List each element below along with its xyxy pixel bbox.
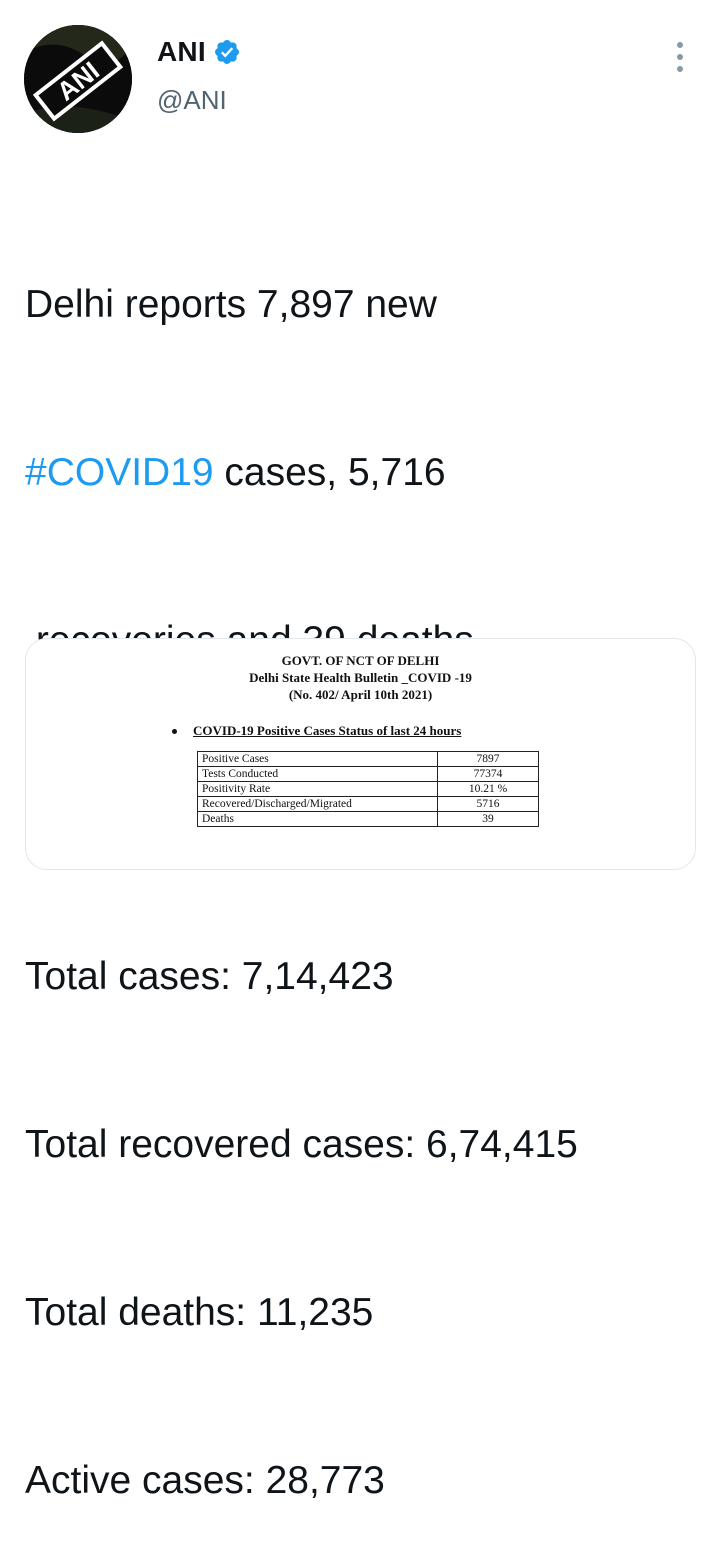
table-cell-label: Deaths: [197, 811, 438, 827]
table-row: Positive Cases 7897: [197, 751, 539, 767]
table-row: Positivity Rate 10.21 %: [197, 781, 539, 797]
tweet-line: Total cases: 7,14,423: [25, 955, 394, 998]
bulletin-number: (No. 402/ April 10th 2021): [288, 687, 433, 702]
table-cell-value: 7897: [437, 751, 539, 767]
ani-logo: ANI: [24, 25, 132, 133]
bulletin-table: Positive Cases 7897 Tests Conducted 7737…: [197, 751, 539, 827]
tweet-line: Total deaths: 11,235: [25, 1291, 374, 1334]
table-cell-value: 10.21 %: [437, 781, 539, 797]
table-cell-value: 5716: [437, 796, 539, 812]
tweet-line: Active cases: 28,773: [25, 1459, 385, 1502]
bulletin-subtitle: Delhi State Health Bulletin _COVID -19: [249, 670, 472, 685]
tweet-media-image[interactable]: GOVT. OF NCT OF DELHI Delhi State Health…: [25, 638, 696, 870]
table-cell-label: Recovered/Discharged/Migrated: [197, 796, 438, 812]
bulletin-title: GOVT. OF NCT OF DELHI: [281, 653, 440, 668]
table-cell-label: Positive Cases: [197, 751, 438, 767]
hashtag-link[interactable]: #COVID19: [25, 451, 214, 494]
table-cell-value: 39: [437, 811, 539, 827]
table-row: Recovered/Discharged/Migrated 5716: [197, 796, 539, 812]
bulletin-section-heading: COVID-19 Positive Cases Status of last 2…: [193, 723, 462, 738]
author-name[interactable]: ANI: [157, 36, 206, 68]
more-vertical-icon[interactable]: [670, 42, 690, 72]
table-cell-label: Tests Conducted: [197, 766, 438, 782]
table-cell-value: 77374: [437, 766, 539, 782]
health-bulletin: GOVT. OF NCT OF DELHI Delhi State Health…: [26, 639, 695, 869]
bullet-icon: [172, 728, 177, 734]
tweet-line: #COVID19 cases, 5,716: [25, 451, 446, 494]
table-row: Deaths 39: [197, 811, 539, 827]
tweet-line: Delhi reports 7,897 new: [25, 283, 437, 326]
table-row: Tests Conducted 77374: [197, 766, 539, 782]
bulletin-section: COVID-19 Positive Cases Status of last 2…: [172, 723, 461, 739]
author-handle[interactable]: @ANI: [157, 85, 227, 116]
author-avatar[interactable]: ANI: [24, 25, 132, 133]
verified-badge-icon: [213, 38, 241, 66]
table-cell-label: Positivity Rate: [197, 781, 438, 797]
tweet-line: Total recovered cases: 6,74,415: [25, 1123, 578, 1166]
